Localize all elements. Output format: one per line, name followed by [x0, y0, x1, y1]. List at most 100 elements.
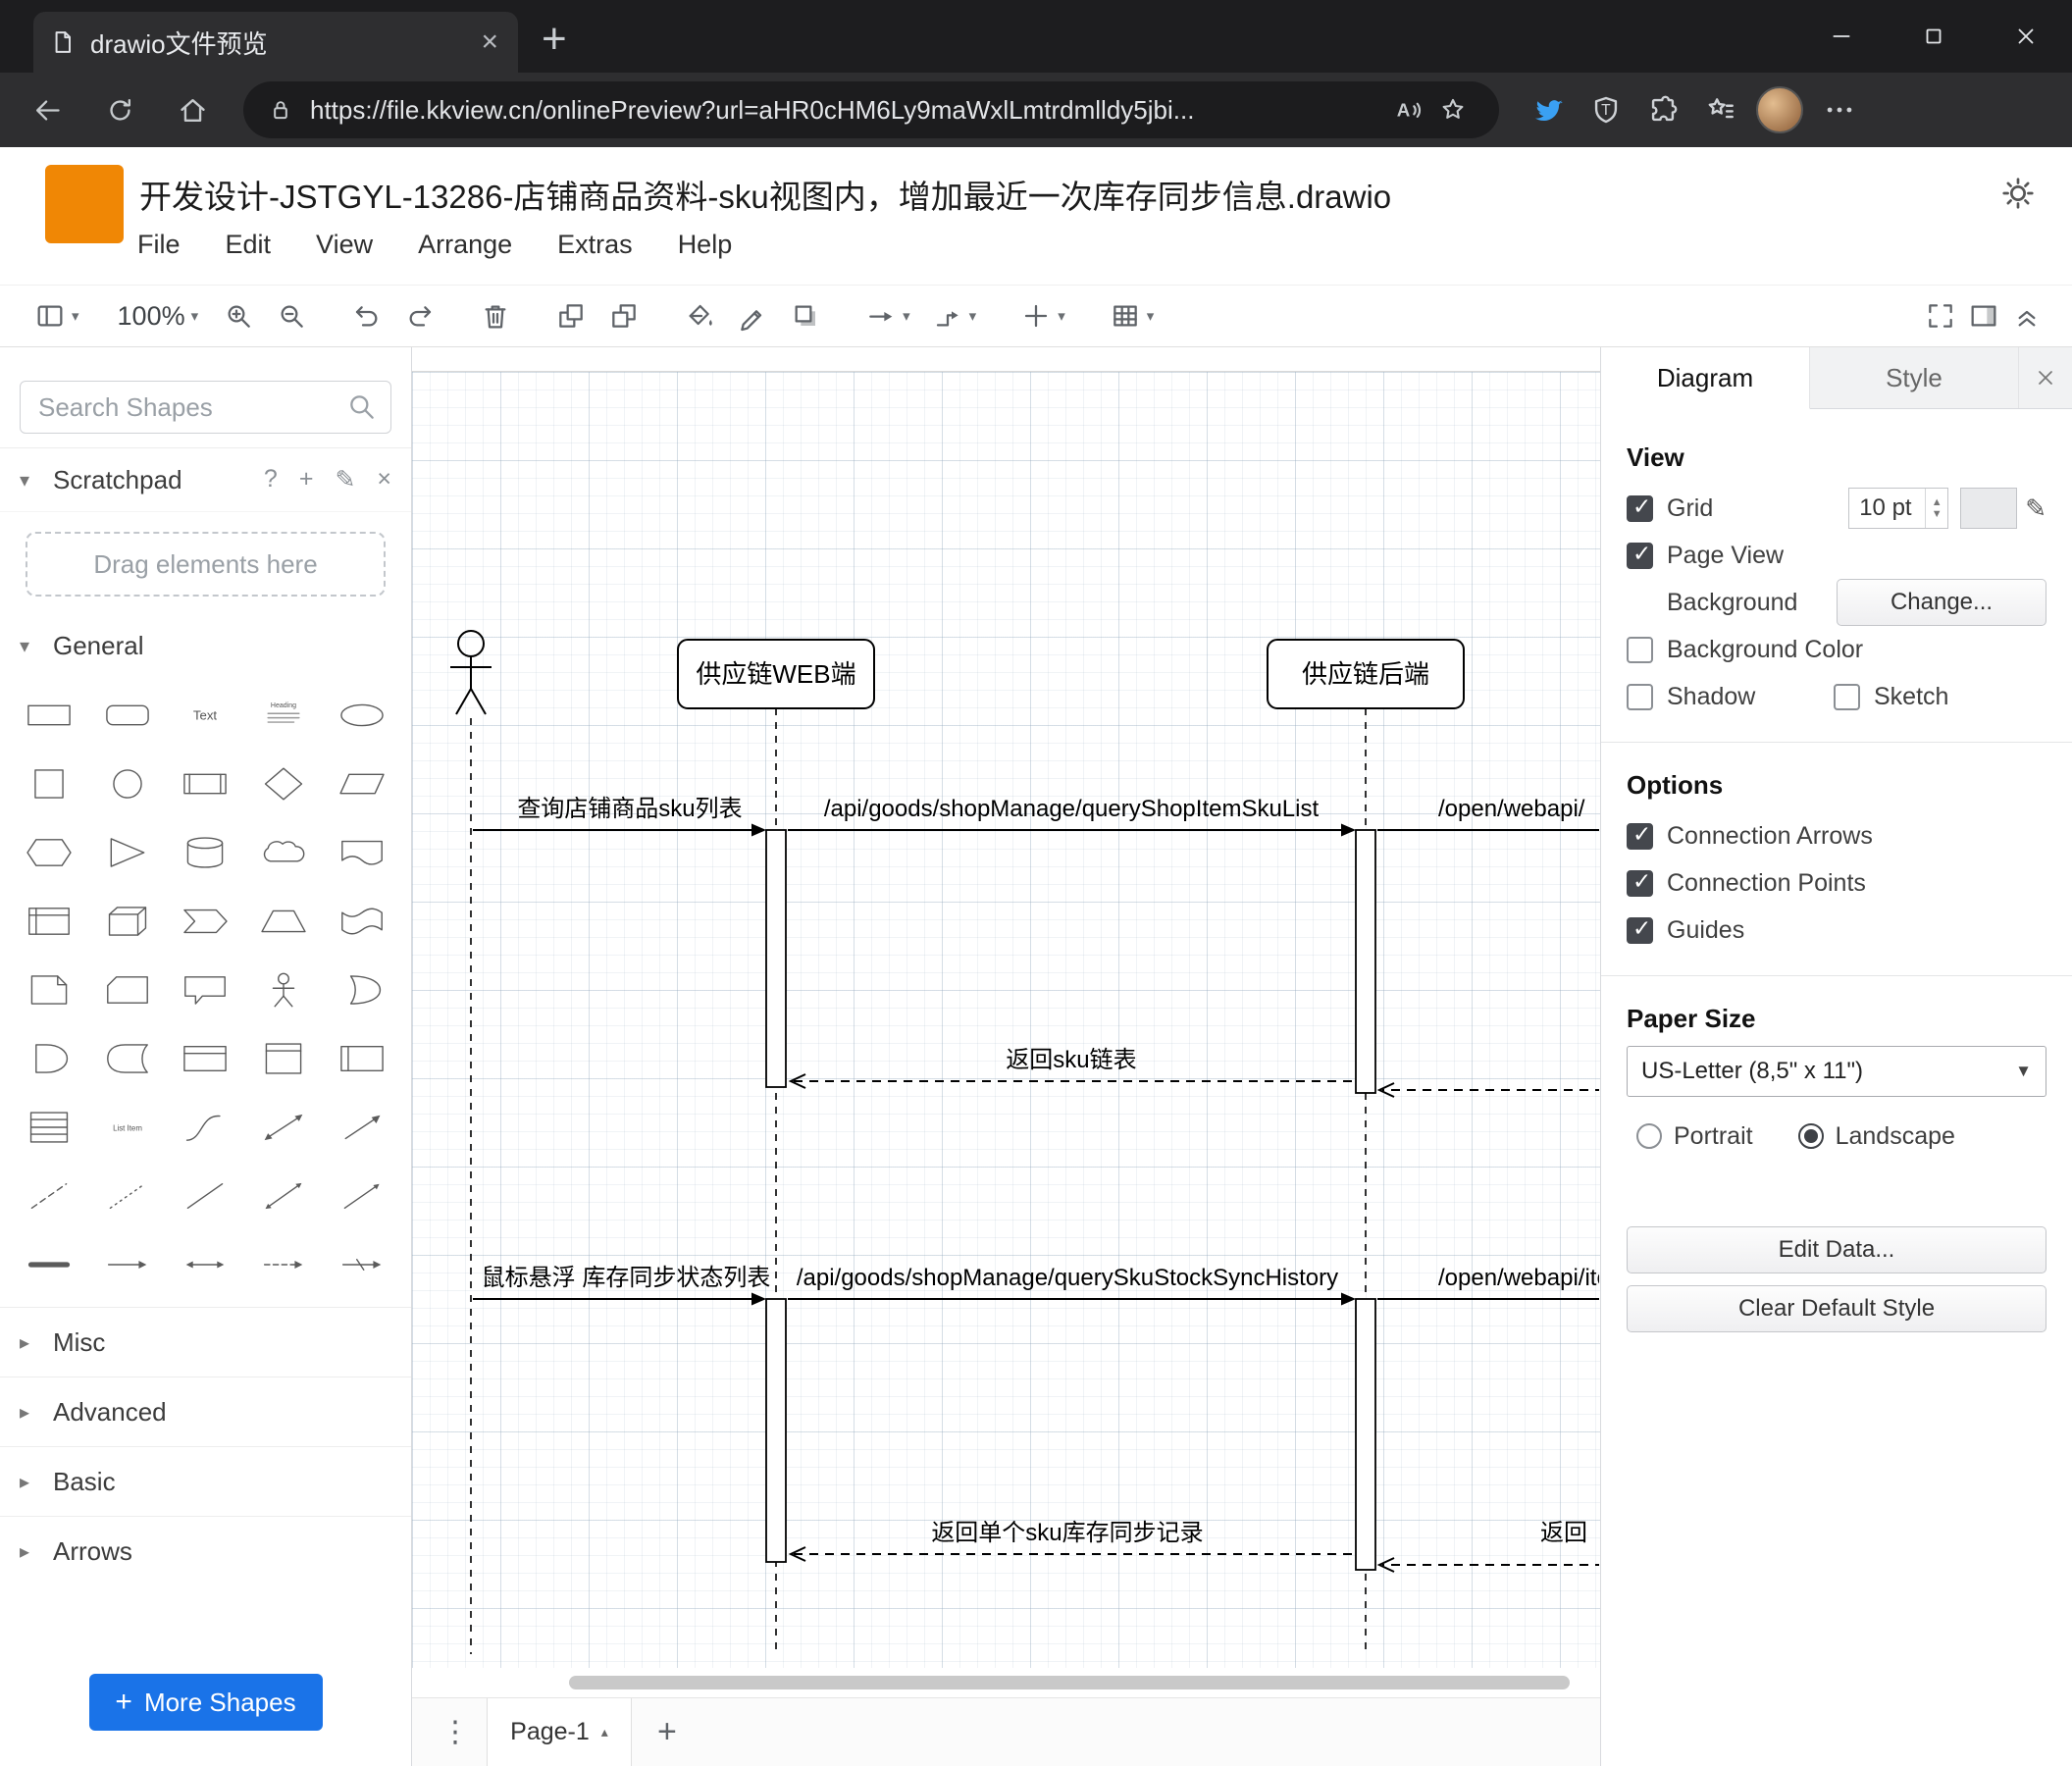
scratchpad-dropzone[interactable]: Drag elements here: [26, 532, 386, 597]
shadow-checkbox[interactable]: [1627, 683, 1653, 710]
more-shapes-button[interactable]: + More Shapes: [88, 1674, 323, 1731]
grid-color-edit-icon[interactable]: ✎: [2025, 493, 2046, 524]
shape-note[interactable]: [10, 956, 88, 1024]
shape-dashed-arrow-h[interactable]: [244, 1230, 323, 1299]
table-button[interactable]: ▾: [1110, 300, 1154, 332]
actor-lifeline[interactable]: [450, 630, 492, 715]
menu-help[interactable]: Help: [676, 224, 735, 266]
collections-icon[interactable]: [1691, 83, 1748, 136]
shape-diamond[interactable]: [244, 750, 323, 818]
shape-rounded-rectangle[interactable]: [88, 681, 167, 750]
message-label[interactable]: 返回单个sku库存同步记录: [931, 1520, 1203, 1546]
grid-color-swatch[interactable]: [1960, 488, 2018, 529]
menu-view[interactable]: View: [314, 224, 375, 266]
section-advanced[interactable]: ▸ Advanced: [0, 1376, 411, 1446]
scratchpad-close-icon[interactable]: ×: [377, 465, 391, 494]
shape-tape[interactable]: [323, 887, 401, 956]
message-label[interactable]: 返回: [1540, 1520, 1587, 1546]
activation-bar[interactable]: [765, 1298, 787, 1563]
shape-list-item[interactable]: List Item: [88, 1093, 167, 1162]
add-page-button[interactable]: +: [657, 1713, 677, 1751]
section-misc[interactable]: ▸ Misc: [0, 1307, 411, 1376]
collapse-button[interactable]: [2011, 300, 2043, 332]
shape-cross-arrow-h[interactable]: [323, 1230, 401, 1299]
shape-square[interactable]: [10, 750, 88, 818]
shape-process[interactable]: [167, 750, 245, 818]
zoom-in-button[interactable]: [223, 300, 254, 332]
shape-circle[interactable]: [88, 750, 167, 818]
close-window-button[interactable]: [1980, 0, 2072, 73]
activation-bar[interactable]: [765, 829, 787, 1088]
url-text[interactable]: https://file.kkview.cn/onlinePreview?url…: [310, 95, 1372, 126]
menu-file[interactable]: File: [135, 224, 182, 266]
to-front-button[interactable]: [555, 300, 587, 332]
lifeline-web[interactable]: 供应链WEB端: [677, 639, 875, 709]
shape-rectangle[interactable]: [10, 681, 88, 750]
paper-size-select[interactable]: US-Letter (8,5" x 11") ▼: [1627, 1046, 2046, 1097]
message-label[interactable]: 查询店铺商品sku列表: [517, 796, 742, 822]
minimize-window-button[interactable]: [1795, 0, 1888, 73]
sketch-checkbox[interactable]: [1834, 683, 1860, 710]
shape-internal-storage[interactable]: [10, 887, 88, 956]
message-label[interactable]: 鼠标悬浮 库存同步状态列表: [482, 1265, 771, 1291]
shape-text[interactable]: Text: [167, 681, 245, 750]
more-dots-icon[interactable]: [1811, 83, 1868, 136]
shape-arrow[interactable]: [323, 1093, 401, 1162]
scratchpad-edit-icon[interactable]: ✎: [335, 465, 355, 494]
menu-arrange[interactable]: Arrange: [416, 224, 514, 266]
activation-bar[interactable]: [1355, 1298, 1376, 1571]
bird-icon[interactable]: [1521, 83, 1578, 136]
lifeline-backend[interactable]: 供应链后端: [1267, 639, 1465, 709]
shape-directional-connector[interactable]: [323, 1162, 401, 1230]
fullscreen-button[interactable]: [1925, 300, 1956, 332]
zoom-level-select[interactable]: 100% ▾: [118, 301, 199, 332]
shape-cloud[interactable]: [244, 818, 323, 887]
shape-cube[interactable]: [88, 887, 167, 956]
search-input[interactable]: [20, 381, 391, 434]
zoom-out-button[interactable]: [276, 300, 307, 332]
activation-bar[interactable]: [1355, 829, 1376, 1094]
message-label[interactable]: /open/webapi/: [1438, 796, 1585, 822]
view-button[interactable]: ▾: [34, 300, 79, 332]
shape-line[interactable]: [167, 1162, 245, 1230]
shape-document[interactable]: [323, 818, 401, 887]
grid-size-input[interactable]: 10 pt ▲ ▼: [1848, 488, 1949, 529]
section-arrows[interactable]: ▸ Arrows: [0, 1516, 411, 1585]
shape-bidirectional-arrow[interactable]: [244, 1093, 323, 1162]
guides-checkbox[interactable]: [1627, 915, 1653, 944]
shape-dashed-line[interactable]: [10, 1162, 88, 1230]
shape-double-arrow-h[interactable]: [167, 1230, 245, 1299]
redo-button[interactable]: [404, 300, 436, 332]
scratchpad-help-icon[interactable]: ?: [264, 465, 278, 494]
read-aloud-icon[interactable]: A: [1385, 90, 1430, 130]
new-tab-button[interactable]: +: [542, 18, 567, 61]
shape-parallelogram[interactable]: [323, 750, 401, 818]
scratchpad-add-icon[interactable]: +: [299, 465, 314, 494]
scratchpad-header[interactable]: ▾ Scratchpad ? + ✎ ×: [0, 447, 411, 512]
connection-button[interactable]: ▾: [865, 300, 910, 332]
message-label[interactable]: 返回sku链表: [1006, 1047, 1136, 1073]
shape-and[interactable]: [10, 1024, 88, 1093]
shape-cylinder[interactable]: [167, 818, 245, 887]
puzzle-icon[interactable]: [1634, 83, 1691, 136]
shape-triangle[interactable]: [88, 818, 167, 887]
grid-size-stepper[interactable]: ▲ ▼: [1925, 489, 1947, 528]
tab-style[interactable]: Style: [1810, 347, 2019, 408]
shape-textbox[interactable]: Heading: [244, 681, 323, 750]
avatar[interactable]: [1756, 86, 1803, 133]
background-color-checkbox[interactable]: [1627, 636, 1653, 663]
pages-menu-button[interactable]: ⋮: [438, 1715, 473, 1749]
shape-step[interactable]: [167, 887, 245, 956]
landscape-radio[interactable]: [1797, 1123, 1824, 1149]
message-label[interactable]: /api/goods/shopManage/querySkuStockSyncH…: [797, 1265, 1338, 1291]
line-color-button[interactable]: [737, 300, 768, 332]
grid-checkbox[interactable]: [1627, 493, 1653, 522]
undo-button[interactable]: [351, 300, 383, 332]
shape-data-storage[interactable]: [88, 1024, 167, 1093]
page-view-checkbox[interactable]: [1627, 541, 1653, 569]
edit-data-button[interactable]: Edit Data...: [1627, 1226, 2046, 1273]
shape-curve[interactable]: [167, 1093, 245, 1162]
fill-color-button[interactable]: [684, 300, 715, 332]
insert-plus-button[interactable]: ▾: [1020, 300, 1065, 332]
connection-arrows-checkbox[interactable]: [1627, 821, 1653, 850]
